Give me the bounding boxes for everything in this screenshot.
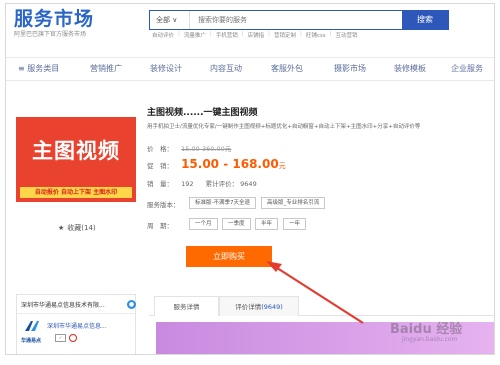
watermark-url: jingyan.baidu.com bbox=[402, 336, 458, 343]
period-option-half-year[interactable]: 半年 bbox=[255, 218, 279, 230]
chat-icon[interactable]: ● bbox=[127, 300, 136, 309]
nav-item-content[interactable]: 内容互动 bbox=[210, 58, 242, 80]
version-option-advanced[interactable]: 高级版_专业排名引流 bbox=[261, 197, 326, 209]
search-scope-dropdown[interactable]: 全部 ∨ bbox=[150, 11, 190, 29]
search-input[interactable] bbox=[190, 11, 402, 29]
original-price: 15.00-360.00元 bbox=[181, 145, 232, 153]
sales-row: 销 量： 192 累计评价： 9649 bbox=[147, 178, 257, 188]
sales-value: 192 bbox=[181, 180, 194, 188]
period-option-quarter[interactable]: 一季度 bbox=[222, 218, 251, 230]
product-image-title: 主图视频 bbox=[32, 139, 120, 163]
nav-item-enterprise[interactable]: 企业服务 bbox=[451, 58, 483, 80]
period-option-month[interactable]: 一个月 bbox=[189, 218, 218, 230]
buy-now-button[interactable]: 立即购买 bbox=[186, 246, 272, 267]
tab-service-detail[interactable]: 服务详情 bbox=[154, 296, 219, 316]
nav-item-photography[interactable]: 摄影市场 bbox=[334, 58, 366, 80]
period-label: 周 期： bbox=[147, 222, 173, 230]
sale-unit: 元 bbox=[278, 162, 286, 170]
logo-subtitle: 阿里巴巴旗下官方服务市场 bbox=[14, 31, 87, 38]
certification-icon: ✓ bbox=[55, 334, 66, 342]
hotword-link[interactable]: 流量推广 bbox=[184, 31, 206, 39]
tab-reviews[interactable]: 评价详情(9649) bbox=[219, 296, 299, 316]
hotword-link[interactable]: 旺铺css bbox=[306, 31, 326, 39]
search-button[interactable]: 搜索 bbox=[402, 11, 448, 29]
hotword-link[interactable]: 店铺指 bbox=[248, 31, 265, 39]
version-label: 服务版本： bbox=[147, 201, 180, 209]
store-link[interactable]: 深圳市华通易点信息... bbox=[47, 321, 107, 330]
price-row: 价 格： 15.00-360.00元 bbox=[147, 143, 231, 153]
rating-label: 累计评价： bbox=[205, 180, 239, 188]
hotword-link[interactable]: 营销定制 bbox=[274, 31, 296, 39]
store-divider bbox=[17, 313, 135, 314]
tab-reviews-label: 评价详情 bbox=[235, 303, 262, 311]
sale-price: 15.00 - 168.00 bbox=[181, 157, 279, 171]
store-card: 深圳市华通易点信息技术有限... ● 华通易点 深圳市华通易点信息... ✓ bbox=[16, 294, 136, 354]
main-nav: ≡ 服务类目 营销推广 装修设计 内容互动 客服外包 摄影市场 装修模板 企业服… bbox=[6, 57, 494, 81]
period-option-year[interactable]: 一年 bbox=[283, 218, 307, 230]
product-image-banner: 自动报价 自动上下架 主图水印 bbox=[20, 187, 132, 198]
nav-item-marketing[interactable]: 营销推广 bbox=[90, 58, 122, 80]
search-bar: 全部 ∨ 搜索 bbox=[149, 10, 449, 30]
hot-keywords: 自动评价 | 流量推广 | 手机营销 | 店铺指 | 营销定制 | 旺铺css | 互动营销 bbox=[152, 31, 358, 39]
favorite-label: 收藏(14) bbox=[67, 224, 96, 232]
nav-item-design[interactable]: 装修设计 bbox=[150, 58, 182, 80]
rating-value[interactable]: 9649 bbox=[240, 180, 257, 188]
sale-label: 促 销： bbox=[147, 162, 173, 170]
hotword-link[interactable]: 互动营销 bbox=[336, 31, 358, 39]
version-option-standard[interactable]: 标准版-不满季7天全退 bbox=[189, 197, 256, 209]
detail-tabs: 服务详情 评价详情(9649) bbox=[149, 296, 494, 316]
store-name[interactable]: 深圳市华通易点信息技术有限... bbox=[21, 300, 105, 309]
nav-item-categories[interactable]: ≡ 服务类目 bbox=[18, 58, 59, 80]
product-description: 用手机拍卫士/流量优化专家/一键制作主图视频+标题优化+自动橱窗+自动上下架+主… bbox=[147, 124, 421, 130]
nav-item-templates[interactable]: 装修模板 bbox=[394, 58, 426, 80]
hotword-link[interactable]: 自动评价 bbox=[152, 31, 174, 39]
site-logo[interactable]: 服务市场 阿里巴巴旗下官方服务市场 bbox=[14, 8, 124, 39]
sale-row: 促 销： 15.00 - 168.00元 bbox=[147, 157, 286, 171]
product-image[interactable]: 主图视频 自动报价 自动上下架 主图水印 bbox=[16, 117, 136, 202]
favorite-button[interactable]: ★ 收藏(14) bbox=[58, 223, 96, 233]
hotword-link[interactable]: 手机营销 bbox=[216, 31, 238, 39]
tab-reviews-count: (9649) bbox=[261, 303, 283, 311]
product-title: 主图视频......一键主图视频 bbox=[147, 108, 258, 118]
badge-icon bbox=[69, 334, 77, 342]
store-logo-icon bbox=[25, 321, 39, 331]
page-frame: 服务市场 阿里巴巴旗下官方服务市场 全部 ∨ 搜索 自动评价| 流量推广| 手机… bbox=[5, 3, 495, 355]
sales-label: 销 量： bbox=[147, 180, 173, 188]
store-logo-text: 华通易点 bbox=[21, 338, 42, 344]
logo-text: 服务市场 bbox=[14, 8, 95, 30]
star-icon: ★ bbox=[58, 224, 65, 232]
watermark: Baidu 经验 bbox=[390, 322, 463, 337]
nav-item-customer-service[interactable]: 客服外包 bbox=[271, 58, 303, 80]
price-label: 价 格： bbox=[147, 145, 173, 153]
